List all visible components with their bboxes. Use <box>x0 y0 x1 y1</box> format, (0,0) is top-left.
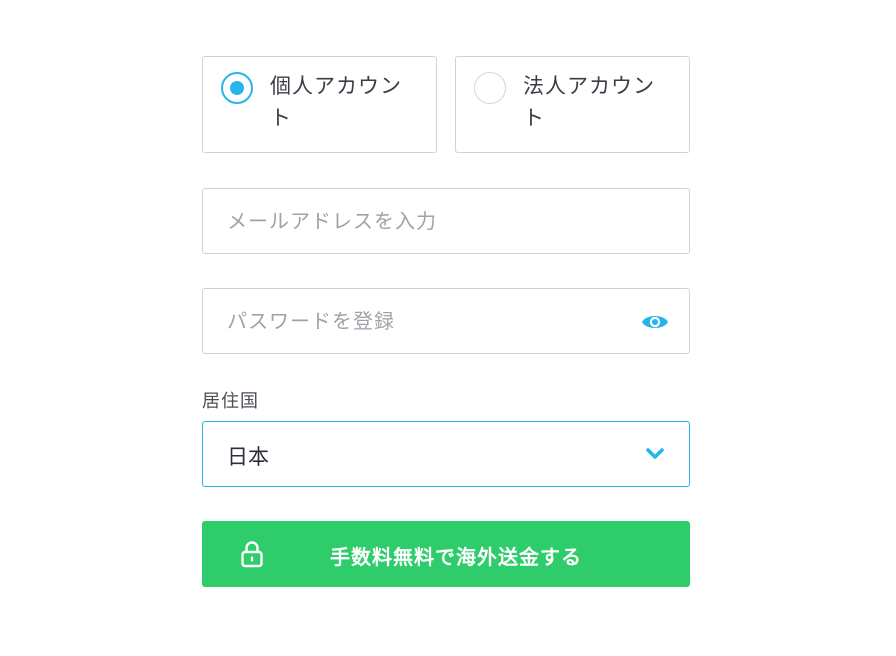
account-type-selector: 個人アカウント 法人アカウント <box>202 56 690 155</box>
radio-personal-checked[interactable] <box>221 72 253 104</box>
password-field-container <box>202 288 690 354</box>
account-option-corporate[interactable]: 法人アカウント <box>455 56 690 153</box>
send-money-button-label: 手数料無料で海外送金する <box>330 545 582 569</box>
eye-icon[interactable] <box>641 311 669 333</box>
email-field-container <box>202 188 690 254</box>
signup-form: 個人アカウント 法人アカウント 居住国 日本 手数料無料で海外送金する <box>202 56 690 587</box>
account-option-label: 個人アカウント <box>270 74 402 130</box>
radio-corporate-unchecked[interactable] <box>474 72 506 104</box>
account-option-label: 法人アカウント <box>523 74 655 130</box>
country-select[interactable]: 日本 <box>202 421 690 487</box>
password-input[interactable] <box>203 289 689 353</box>
send-money-button[interactable]: 手数料無料で海外送金する <box>202 521 690 587</box>
country-label: 居住国 <box>202 391 259 412</box>
account-option-personal[interactable]: 個人アカウント <box>202 56 437 153</box>
chevron-down-icon <box>646 448 664 459</box>
country-select-value: 日本 <box>227 445 269 469</box>
email-input[interactable] <box>203 189 689 253</box>
